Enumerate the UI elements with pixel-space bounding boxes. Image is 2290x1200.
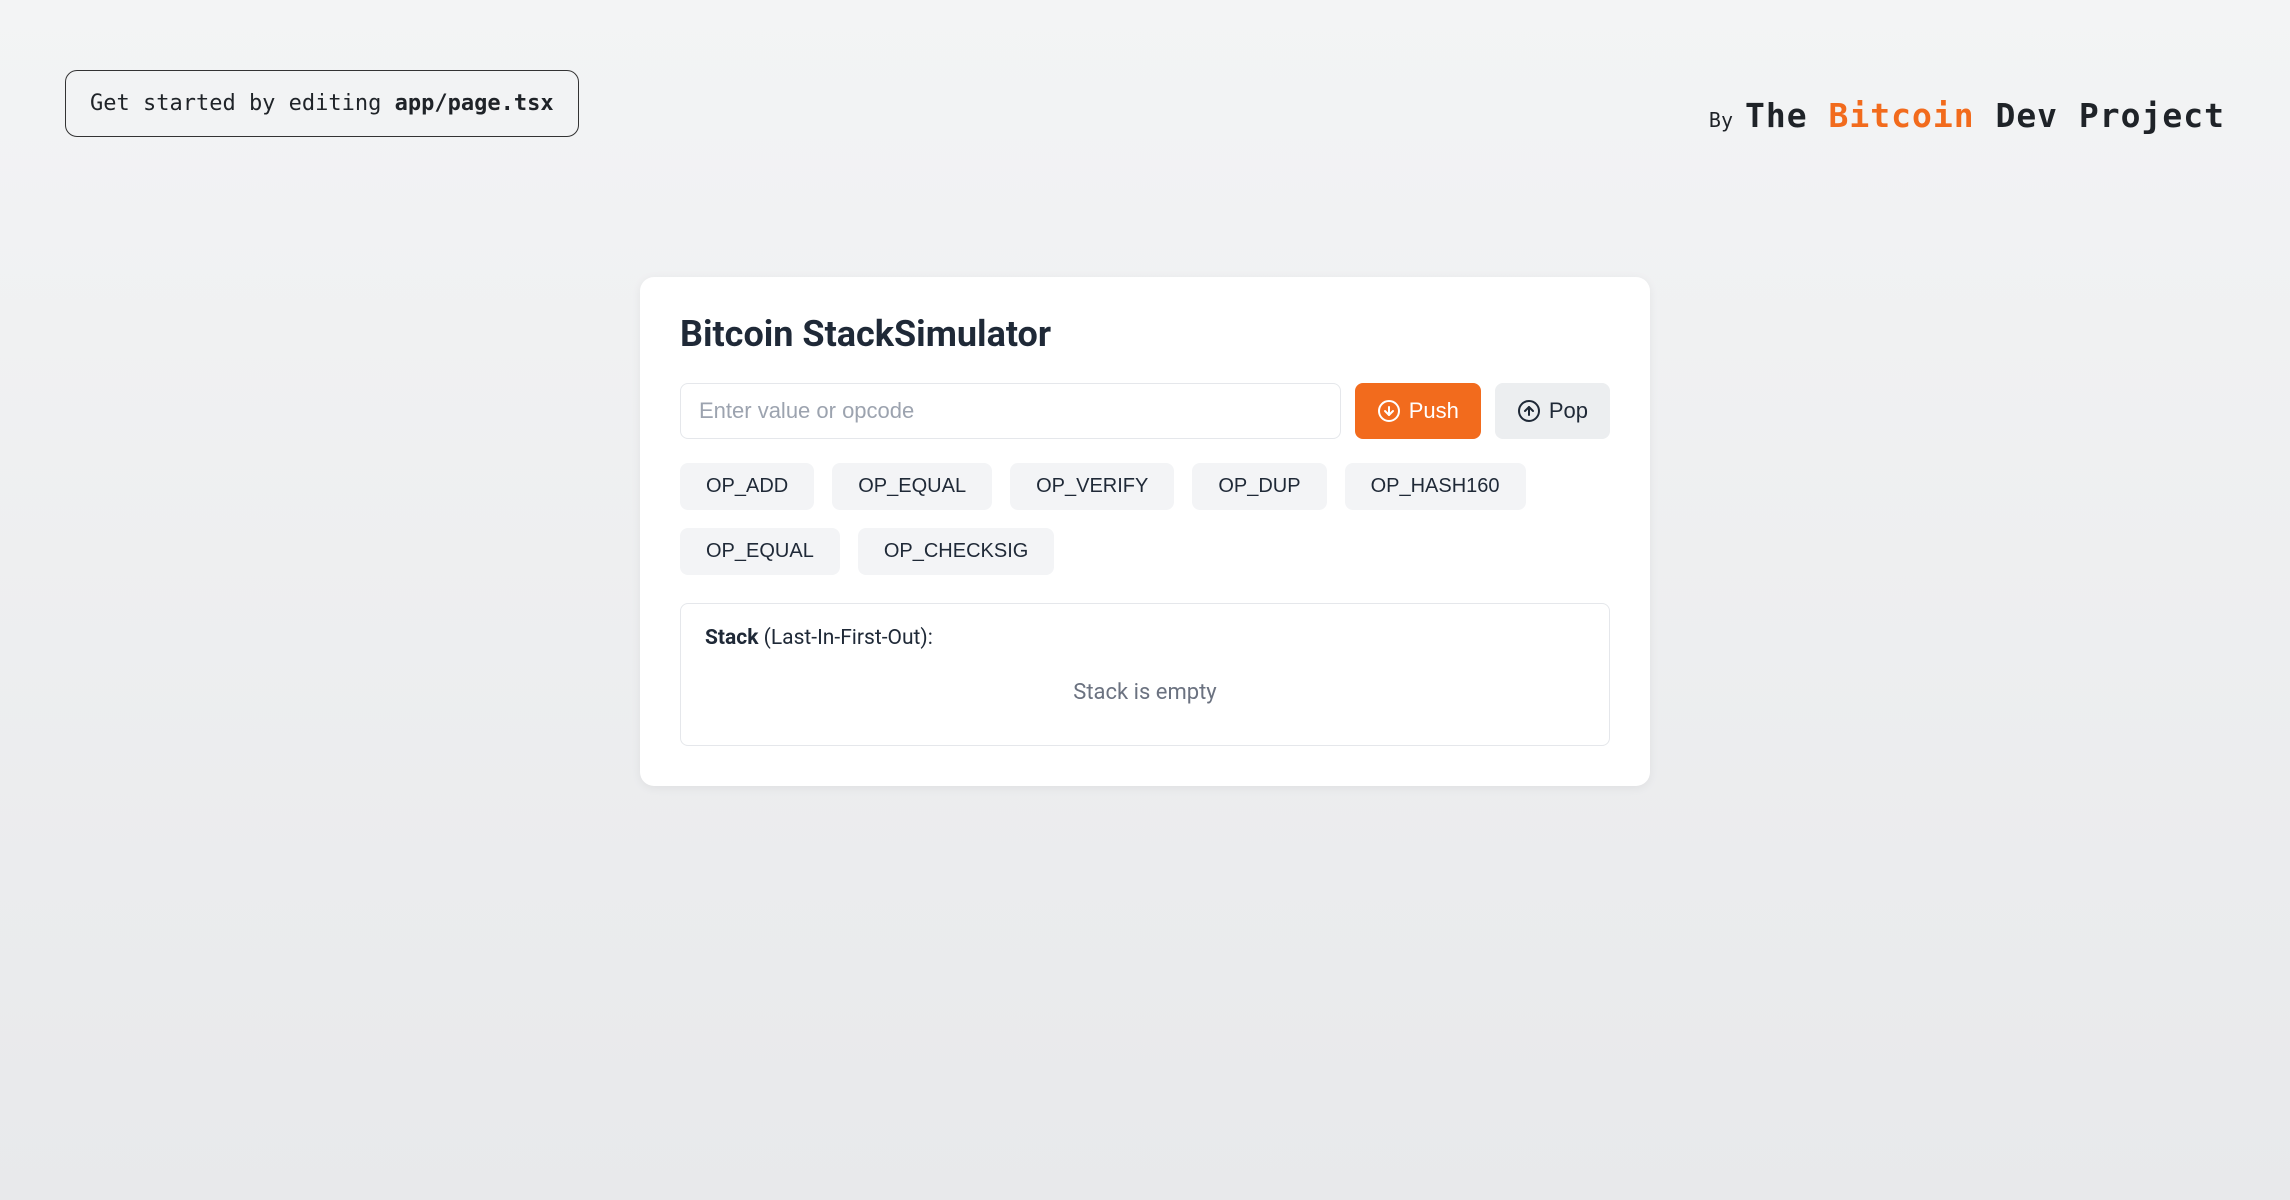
project-rest: Dev Project [1975,96,2225,135]
opcode-chip-op-add[interactable]: OP_ADD [680,463,814,510]
page-title: Bitcoin StackSimulator [680,313,1610,355]
opcode-chip-op-verify[interactable]: OP_VERIFY [1010,463,1174,510]
opcode-row: OP_ADD OP_EQUAL OP_VERIFY OP_DUP OP_HASH… [680,463,1610,575]
push-button[interactable]: Push [1355,383,1481,439]
stack-panel: Stack (Last-In-First-Out): Stack is empt… [680,603,1610,746]
stack-header: Stack (Last-In-First-Out): [705,626,1585,650]
input-row: Push Pop [680,383,1610,439]
pop-button[interactable]: Pop [1495,383,1610,439]
get-started-text: Get started by editing [90,91,395,116]
project-name: The Bitcoin Dev Project [1745,96,2225,135]
opcode-chip-op-checksig[interactable]: OP_CHECKSIG [858,528,1054,575]
by-line: By The Bitcoin Dev Project [1709,70,2225,135]
by-text: By [1709,108,1733,132]
push-label: Push [1409,398,1459,424]
stack-empty-text: Stack is empty [705,680,1585,705]
arrow-down-circle-icon [1377,399,1401,423]
opcode-chip-op-dup[interactable]: OP_DUP [1192,463,1326,510]
get-started-box: Get started by editing app/page.tsx [65,70,579,137]
opcode-input[interactable] [680,383,1341,439]
project-bitcoin: Bitcoin [1829,96,1975,135]
stack-label-bold: Stack [705,626,758,650]
simulator-card: Bitcoin StackSimulator Push Pop OP_ADD O… [640,277,1650,786]
code-path: app/page.tsx [395,91,554,116]
opcode-chip-op-equal[interactable]: OP_EQUAL [832,463,992,510]
stack-label-rest: (Last-In-First-Out): [758,626,932,650]
opcode-chip-op-equal-2[interactable]: OP_EQUAL [680,528,840,575]
arrow-up-circle-icon [1517,399,1541,423]
opcode-chip-op-hash160[interactable]: OP_HASH160 [1345,463,1526,510]
pop-label: Pop [1549,398,1588,424]
project-the: The [1745,96,1828,135]
